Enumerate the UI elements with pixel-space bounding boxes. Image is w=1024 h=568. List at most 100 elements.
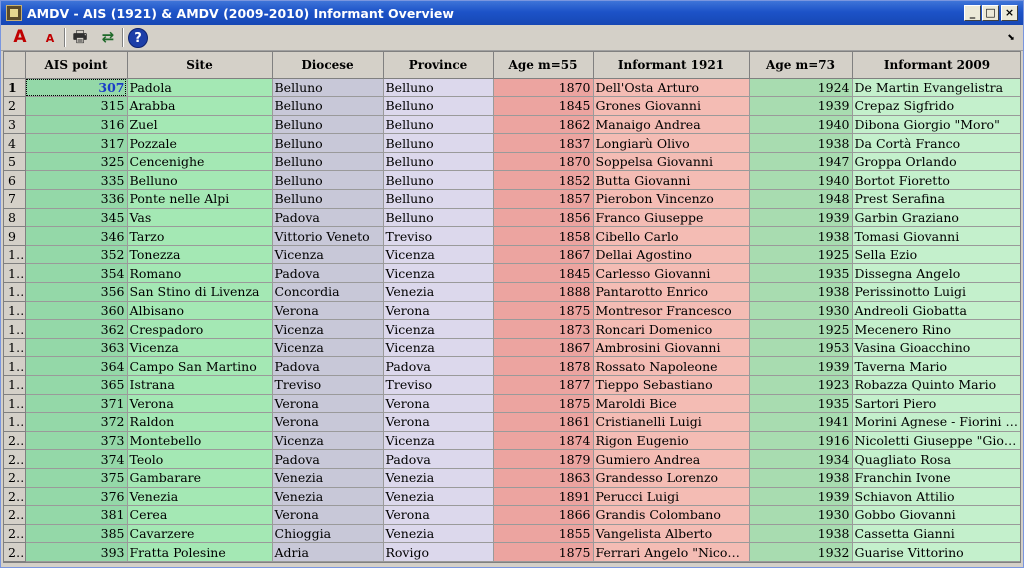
cell-ais-point[interactable]: 315 [25,96,128,116]
cell-informant-2009[interactable]: Dibona Giorgio "Moro" [852,115,1020,135]
cell-ais-point[interactable]: 346 [25,226,128,246]
row-number[interactable]: 12 [4,282,26,302]
cell-informant-1921[interactable]: Butta Giovanni [593,170,750,191]
table-row[interactable]: 12 356 San Stino di Livenza Concordia Venezi… [4,282,1020,302]
cell-informant-2009[interactable]: De Martin Evangelistra [852,78,1020,98]
cell-informant-1921[interactable]: Pantarotto Enrico [593,282,750,302]
table-row[interactable]: 22 375 Gambarare Venezia Venezia 1863 Grandess… [4,468,1020,488]
cell-ais-point[interactable]: 373 [25,431,128,451]
cell-ais-point[interactable]: 335 [25,170,128,191]
cell-diocese[interactable]: Verona [272,394,384,414]
row-number[interactable]: 22 [4,468,26,488]
cell-ais-point[interactable]: 316 [25,115,128,135]
cell-informant-2009[interactable]: Quagliato Rosa [852,449,1020,469]
cell-age-2009[interactable]: 1938 [749,282,853,302]
table-row[interactable]: 7 336 Ponte nelle Alpi Belluno Belluno 1857 Pi… [4,189,1020,209]
cell-ais-point[interactable]: 385 [25,524,128,544]
cell-province[interactable]: Belluno [383,208,494,228]
cell-province[interactable]: Belluno [383,170,494,191]
cell-site[interactable]: Tonezza [127,245,273,265]
cell-informant-2009[interactable]: Da Cortà Franco [852,133,1020,153]
table-row[interactable]: 26 393 Fratta Polesine Adria Rovigo 1875 Ferra… [4,542,1020,562]
row-number[interactable]: 21 [4,449,26,469]
cell-site[interactable]: Cerea [127,505,273,525]
row-number[interactable]: 1 [4,78,26,98]
cell-informant-2009[interactable]: Dissegna Angelo [852,263,1020,284]
cell-age-2009[interactable]: 1923 [749,375,853,395]
cell-informant-2009[interactable]: Garbin Graziano [852,208,1020,228]
cell-province[interactable]: Vicenza [383,431,494,451]
cell-diocese[interactable]: Belluno [272,133,384,153]
cell-diocese[interactable]: Padova [272,356,384,376]
cell-age-1921[interactable]: 1870 [493,78,594,98]
cell-age-1921[interactable]: 1855 [493,524,594,544]
row-number[interactable]: 10 [4,245,26,265]
table-row[interactable]: 6 335 Belluno Belluno Belluno 1852 Butta Giova… [4,170,1020,191]
cell-ais-point[interactable]: 372 [25,412,128,432]
row-number[interactable]: 9 [4,226,26,246]
cell-informant-1921[interactable]: Rigon Eugenio [593,431,750,451]
cell-informant-2009[interactable]: Sella Ezio [852,245,1020,265]
cell-age-1921[interactable]: 1845 [493,96,594,116]
cell-diocese[interactable]: Venezia [272,468,384,488]
row-number[interactable]: 11 [4,263,26,284]
cell-informant-2009[interactable]: Guarise Vittorino [852,542,1020,562]
cell-ais-point[interactable]: 317 [25,133,128,153]
cell-informant-1921[interactable]: Soppelsa Giovanni [593,152,750,172]
cell-age-2009[interactable]: 1934 [749,449,853,469]
row-number[interactable]: 26 [4,542,26,562]
cell-informant-1921[interactable]: Maroldi Bice [593,394,750,414]
font-increase-icon[interactable]: A [9,27,31,48]
cell-age-1921[interactable]: 1888 [493,282,594,302]
cell-informant-1921[interactable]: Manaigo Andrea [593,115,750,135]
cell-diocese[interactable]: Verona [272,301,384,321]
cell-age-2009[interactable]: 1938 [749,468,853,488]
cell-age-1921[interactable]: 1879 [493,449,594,469]
column-header-age-1921[interactable]: Age m=55 [493,52,594,79]
cell-informant-2009[interactable]: Bortot Fioretto [852,170,1020,191]
help-icon[interactable]: ? [128,28,148,48]
table-row[interactable]: 3 316 Zuel Belluno Belluno 1862 Manaigo Andrea… [4,115,1020,135]
cell-informant-1921[interactable]: Montresor Francesco [593,301,750,321]
table-row[interactable]: 8 345 Vas Padova Belluno 1856 Franco Giuseppe 1… [4,208,1020,228]
cell-age-1921[interactable]: 1867 [493,245,594,265]
table-row[interactable]: 18 371 Verona Verona Verona 1875 Maroldi Bice 1… [4,394,1020,414]
column-header-informant-1921[interactable]: Informant 1921 [593,52,750,79]
row-number[interactable]: 16 [4,356,26,376]
row-number[interactable]: 4 [4,133,26,153]
cell-age-1921[interactable]: 1878 [493,356,594,376]
cell-diocese[interactable]: Padova [272,208,384,228]
row-number[interactable]: 23 [4,487,26,507]
cell-age-2009[interactable]: 1941 [749,412,853,432]
column-header-age-2009[interactable]: Age m=73 [749,52,853,79]
cell-age-2009[interactable]: 1938 [749,133,853,153]
cell-age-1921[interactable]: 1875 [493,394,594,414]
cell-age-1921[interactable]: 1845 [493,263,594,284]
cell-diocese[interactable]: Vicenza [272,338,384,358]
cell-age-2009[interactable]: 1940 [749,115,853,135]
cell-age-1921[interactable]: 1861 [493,412,594,432]
cell-site[interactable]: Vicenza [127,338,273,358]
table-row[interactable]: 11 354 Romano Padova Vicenza 1845 Carlesso Gio… [4,263,1020,284]
cell-informant-2009[interactable]: Cassetta Gianni [852,524,1020,544]
cell-ais-point[interactable]: 374 [25,449,128,469]
cell-informant-2009[interactable]: Morini Agnese - Fiorini Carlo [852,412,1020,432]
cell-province[interactable]: Rovigo [383,542,494,562]
cell-diocese[interactable]: Padova [272,449,384,469]
cell-site[interactable]: Padola [127,78,273,98]
cell-informant-2009[interactable]: Andreoli Giobatta [852,301,1020,321]
table-row[interactable]: 24 381 Cerea Verona Verona 1866 Grandis Colomb… [4,505,1020,525]
cell-age-1921[interactable]: 1877 [493,375,594,395]
cell-site[interactable]: Verona [127,394,273,414]
cell-informant-2009[interactable]: Prest Serafina [852,189,1020,209]
maximize-button[interactable]: □ [982,5,999,21]
column-header-informant-2009[interactable]: Informant 2009 [852,52,1020,79]
cell-diocese[interactable]: Vittorio Veneto [272,226,384,246]
cell-province[interactable]: Venezia [383,468,494,488]
table-row[interactable]: 9 346 Tarzo Vittorio Veneto Treviso 1858 Cibel… [4,226,1020,246]
cell-informant-2009[interactable]: Robazza Quinto Mario [852,375,1020,395]
cell-province[interactable]: Vicenza [383,245,494,265]
cell-age-2009[interactable]: 1930 [749,505,853,525]
cell-informant-1921[interactable]: Ferrari Angelo "Nicodemo" [593,542,750,562]
cell-province[interactable]: Belluno [383,133,494,153]
